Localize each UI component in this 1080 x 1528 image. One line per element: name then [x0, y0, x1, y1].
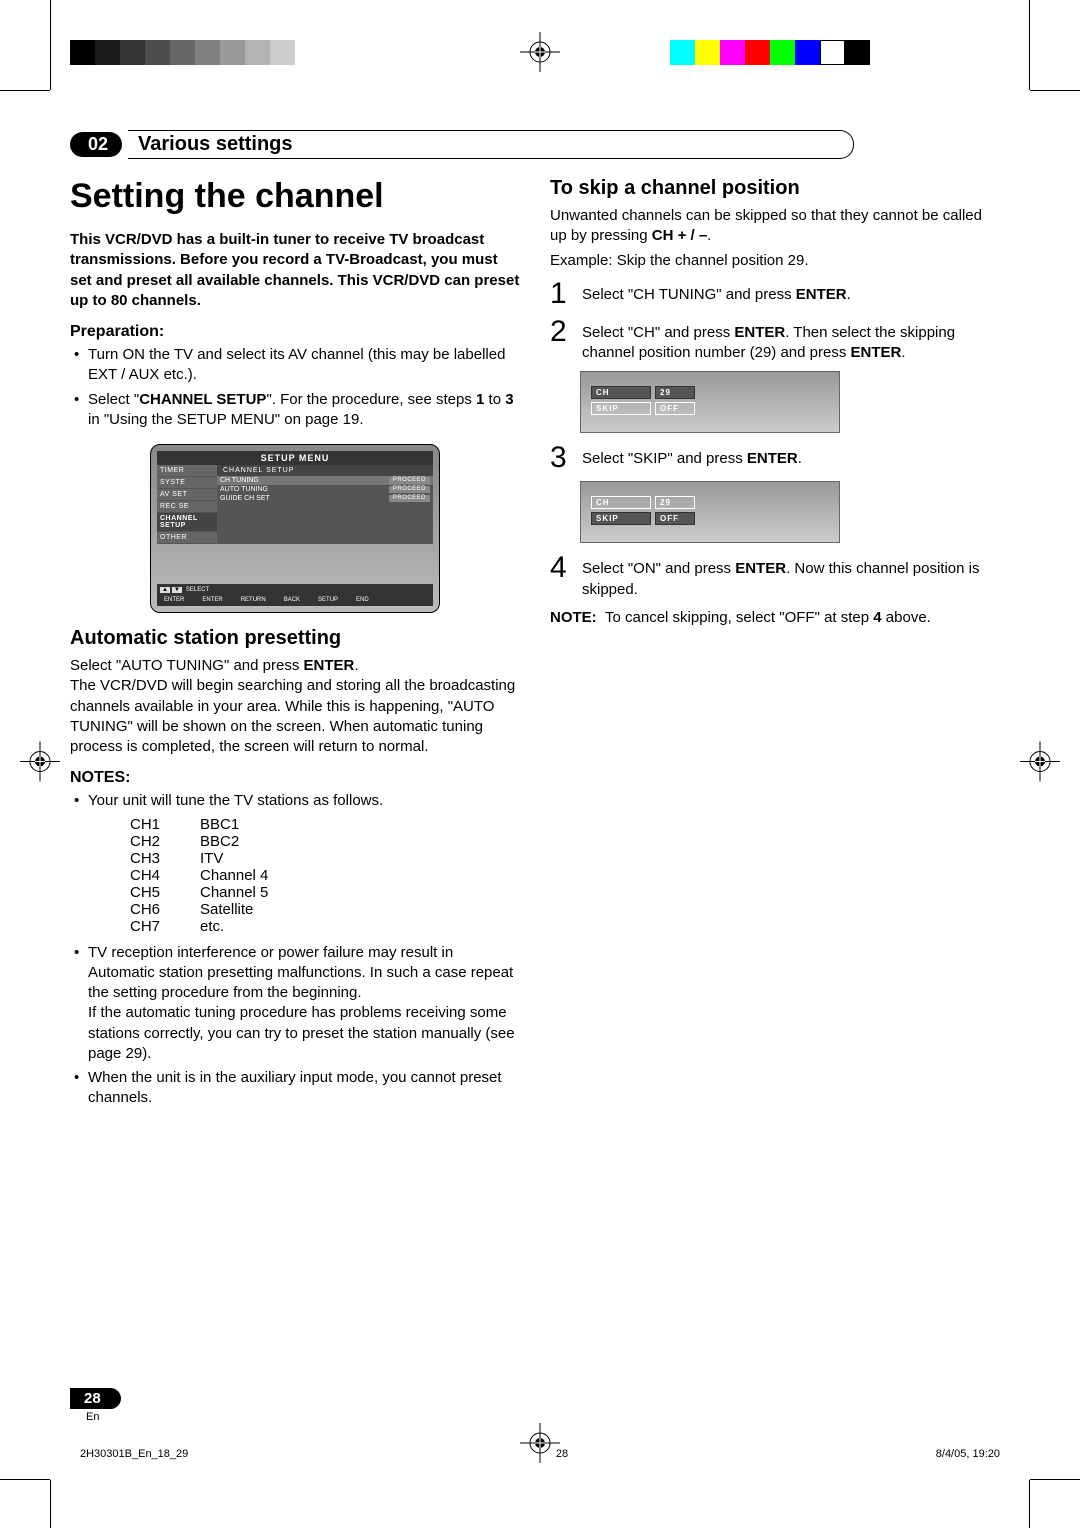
chapter-header: 02 Various settings	[70, 130, 1010, 159]
doc-id: 2H30301B_En_18_29	[80, 1448, 188, 1460]
crop-mark	[0, 90, 50, 91]
document-footer: 2H30301B_En_18_29 28 8/4/05, 19:20	[80, 1448, 1000, 1460]
setup-menu-left-list: TIMER SYSTE AV SET REC SE CHANNEL SETUP …	[157, 465, 217, 544]
skip-note: NOTE: To cancel skipping, select "OFF" a…	[550, 608, 1000, 628]
left-column: Setting the channel This VCR/DVD has a b…	[70, 177, 520, 1113]
skip-heading: To skip a channel position	[550, 177, 1000, 200]
crop-mark	[1029, 0, 1030, 90]
page-footer: 28 En	[70, 1388, 121, 1423]
list-item: Turn ON the TV and select its AV channel…	[88, 345, 520, 386]
notes-list-cont: TV reception interference or power failu…	[70, 943, 520, 1109]
setup-menu-right-panel: CHANNEL SETUP CH TUNINGPROCEED AUTO TUNI…	[217, 465, 433, 544]
chapter-title: Various settings	[128, 130, 854, 159]
crop-mark	[0, 1479, 50, 1480]
registration-mark-bottom-icon	[520, 1423, 560, 1468]
crop-mark	[1029, 1480, 1030, 1528]
up-arrow-icon: ▲	[160, 587, 170, 593]
step-1: 1 Select "CH TUNING" and press ENTER.	[550, 279, 1000, 309]
grayscale-swatches	[70, 40, 295, 65]
osd-skip-highlighted: CH29 SKIPOFF	[580, 481, 840, 543]
auto-preset-body: Select "AUTO TUNING" and press ENTER.The…	[70, 656, 520, 757]
chapter-number-badge: 02	[70, 132, 122, 157]
setup-menu-screenshot: SETUP MENU TIMER SYSTE AV SET REC SE CHA…	[150, 444, 440, 613]
notes-list: Your unit will tune the TV stations as f…	[70, 791, 520, 811]
down-arrow-icon: ▼	[172, 587, 182, 593]
preparation-list: Turn ON the TV and select its AV channel…	[70, 345, 520, 430]
skip-example: Example: Skip the channel position 29.	[550, 251, 1000, 271]
crop-mark	[50, 0, 51, 90]
skip-intro: Unwanted channels can be skipped so that…	[550, 206, 1000, 247]
doc-page: 28	[556, 1448, 568, 1460]
page-number-badge: 28	[70, 1388, 121, 1409]
page-heading: Setting the channel	[70, 177, 520, 216]
crop-mark	[1030, 90, 1080, 91]
registration-mark-top-icon	[520, 32, 560, 77]
step-3: 3 Select "SKIP" and press ENTER.	[550, 443, 1000, 473]
crop-mark	[50, 1480, 51, 1528]
notes-heading: NOTES:	[70, 769, 520, 787]
channel-table: CH1BBC1 CH2BBC2 CH3ITV CH4Channel 4 CH5C…	[130, 816, 520, 935]
crop-mark	[1030, 1479, 1080, 1480]
page-language: En	[86, 1411, 121, 1423]
list-item: TV reception interference or power failu…	[88, 943, 520, 1065]
list-item: Your unit will tune the TV stations as f…	[88, 791, 520, 811]
auto-preset-heading: Automatic station presetting	[70, 627, 520, 650]
color-swatches	[670, 40, 870, 65]
step-2: 2 Select "CH" and press ENTER. Then sele…	[550, 317, 1000, 364]
intro-paragraph: This VCR/DVD has a built-in tuner to rec…	[70, 230, 520, 311]
registration-mark-left-icon	[20, 742, 60, 787]
setup-menu-title: SETUP MENU	[157, 451, 433, 465]
osd-ch-highlighted: CH29 SKIPOFF	[580, 371, 840, 433]
registration-mark-right-icon	[1020, 742, 1060, 787]
right-column: To skip a channel position Unwanted chan…	[550, 177, 1000, 1113]
list-item: Select "CHANNEL SETUP". For the procedur…	[88, 390, 520, 431]
page-content: 02 Various settings Setting the channel …	[70, 130, 1010, 1113]
setup-menu-footer: ▲▼ SELECT ENTER ENTER RETURN BACK SETUP …	[157, 584, 433, 606]
preparation-heading: Preparation:	[70, 323, 520, 341]
step-4: 4 Select "ON" and press ENTER. Now this …	[550, 553, 1000, 600]
doc-timestamp: 8/4/05, 19:20	[936, 1448, 1000, 1460]
list-item: When the unit is in the auxiliary input …	[88, 1068, 520, 1109]
